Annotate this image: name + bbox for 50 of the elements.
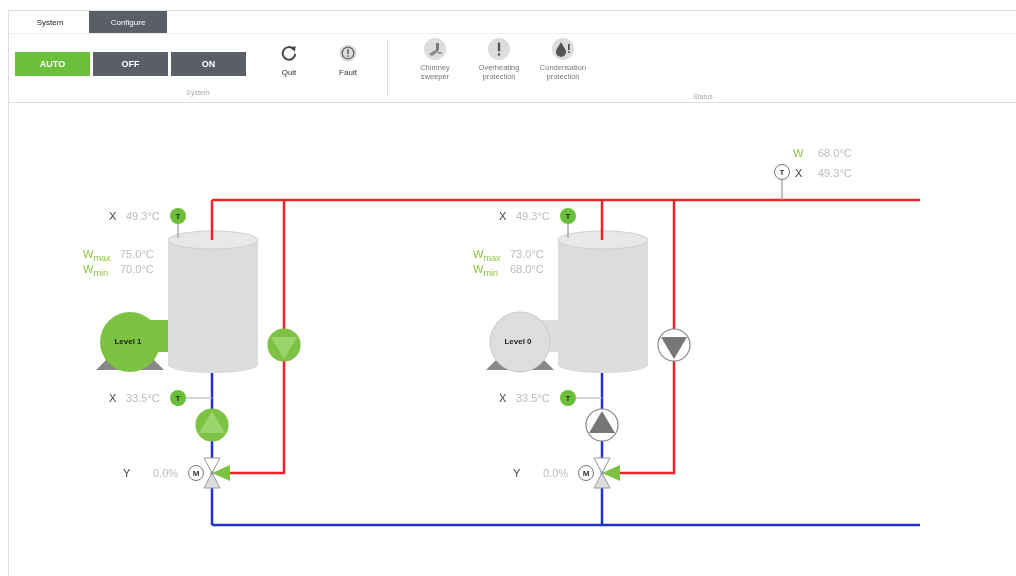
valve-icon — [593, 457, 620, 489]
temperature-value: 49.3°C — [818, 166, 852, 180]
sensor-label: X — [109, 209, 117, 223]
sensor-badge: T — [170, 390, 186, 406]
burner-level: Level 1 — [113, 336, 143, 348]
sensor-badge: T — [560, 390, 576, 406]
sensor-stem — [781, 179, 783, 201]
warning-icon — [339, 44, 357, 62]
reset-icon — [280, 44, 298, 62]
setpoint-label: W$_{min}$ — [473, 262, 499, 281]
tab[interactable]: Configure — [89, 11, 167, 33]
sensor-stem — [567, 223, 569, 239]
temperature-value: 73.0°C — [510, 247, 544, 261]
temperature-value: 75.0°C — [120, 247, 154, 261]
setpoint-label: W$_{min}$ — [83, 262, 109, 281]
valve-position: 0.0% — [543, 466, 569, 480]
burner-level: Level 0 — [503, 336, 533, 348]
sensor-badge: T — [170, 208, 186, 224]
valve-label: Y — [123, 466, 131, 480]
sensor-label: X — [499, 391, 507, 405]
action-button[interactable]: Fault — [322, 40, 374, 77]
temperature-value: 68.0°C — [510, 262, 544, 276]
motor-badge: M — [578, 465, 594, 481]
droplet-icon — [552, 38, 574, 60]
sensor-badge: T — [560, 208, 576, 224]
mode-button[interactable]: ON — [171, 52, 246, 76]
mode-button[interactable]: OFF — [93, 52, 168, 76]
sensor-badge: T — [774, 164, 790, 180]
sensor-stem — [185, 397, 213, 399]
sensor-label: X — [109, 391, 117, 405]
temperature-value: 70.0°C — [120, 262, 154, 276]
setpoint-label: W$_{max}$ — [473, 247, 501, 265]
temperature-value: 68.0°C — [818, 146, 852, 160]
action-button[interactable]: Quit — [263, 40, 315, 77]
valve-label: Y — [513, 466, 521, 480]
sensor-label: W — [793, 146, 804, 160]
temperature-value: 33.5°C — [516, 391, 550, 405]
sensor-stem — [177, 223, 179, 239]
sensor-label: X — [795, 166, 803, 180]
setpoint-label: W$_{max}$ — [83, 247, 111, 265]
warning-icon — [488, 38, 510, 60]
valve-position: 0.0% — [153, 466, 179, 480]
temperature-value: 49.3°C — [516, 209, 550, 223]
valve-icon — [203, 457, 230, 489]
sensor-label: X — [499, 209, 507, 223]
sensor-stem — [575, 397, 603, 399]
temperature-value: 33.5°C — [126, 391, 160, 405]
temperature-value: 49.3°C — [126, 209, 160, 223]
brush-icon — [424, 38, 446, 60]
motor-badge: M — [188, 465, 204, 481]
